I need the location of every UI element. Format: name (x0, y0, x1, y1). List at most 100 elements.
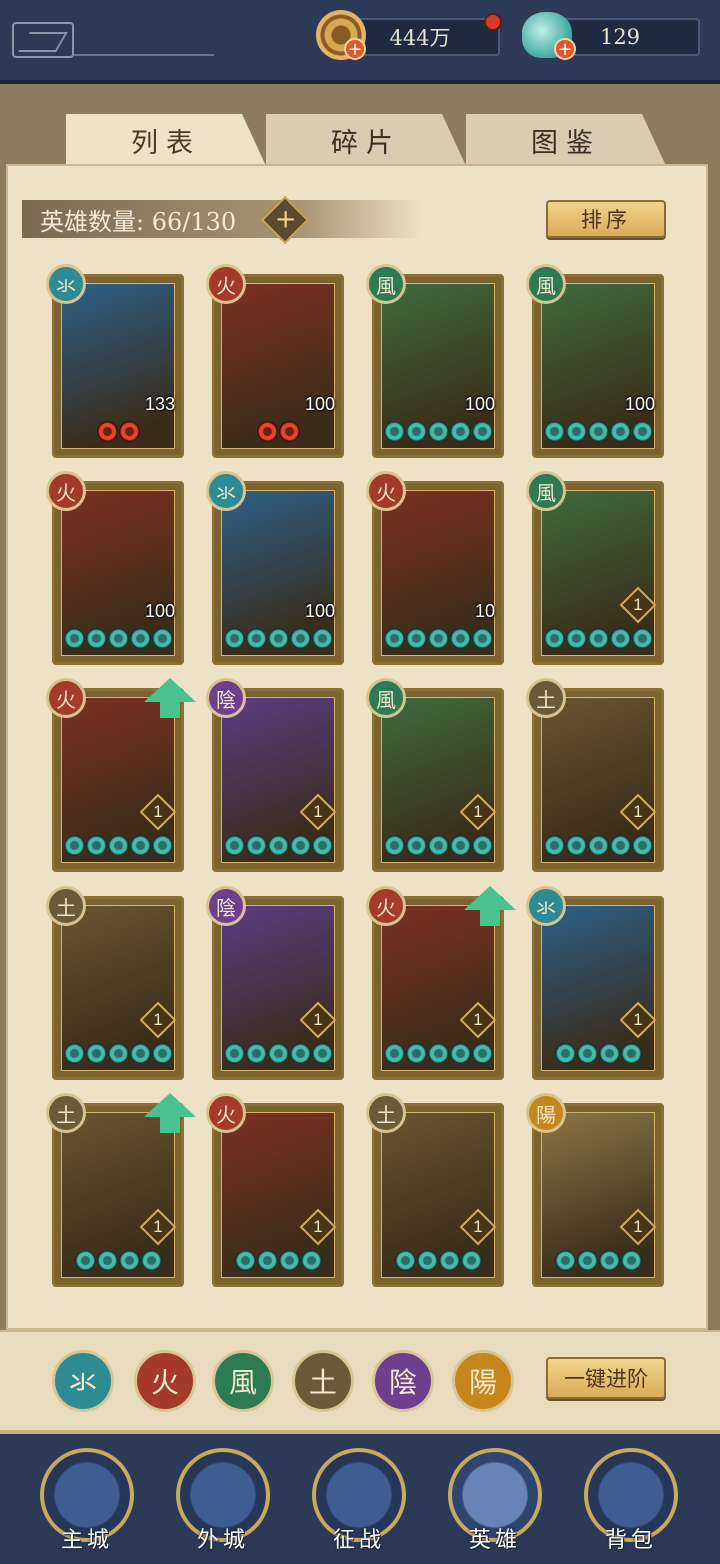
star-icon (383, 1043, 405, 1064)
hero-level: 100 (464, 394, 495, 414)
star-icon (416, 1250, 438, 1271)
star-icon (383, 835, 405, 856)
filter-wind-button[interactable]: 風 (212, 1350, 274, 1412)
star-icon (74, 1250, 96, 1271)
hero-level: 1 (313, 1010, 323, 1029)
star-icon (267, 835, 289, 856)
element-badge: 氺 (206, 471, 246, 511)
filter-fire-button[interactable]: 火 (134, 1350, 196, 1412)
hero-level-badge: 1 (299, 1001, 337, 1039)
sort-button[interactable]: 排序 (546, 200, 666, 238)
star-icon (289, 835, 311, 856)
star-icon (609, 421, 631, 442)
element-badge: 土 (526, 678, 566, 718)
star-icon (565, 421, 587, 442)
hero-stars (215, 421, 341, 449)
star-icon (449, 628, 471, 649)
element-badge: 風 (366, 678, 406, 718)
hero-level-badge: 1 (619, 586, 657, 624)
star-icon (107, 628, 129, 649)
hero-stars (55, 421, 181, 449)
upgrade-arrow-icon (144, 1093, 196, 1133)
element-badge: 陰 (206, 678, 246, 718)
hero-level: 133 (144, 394, 175, 414)
filter-yin-button[interactable]: 陰 (372, 1350, 434, 1412)
tab-list[interactable]: 列表 (66, 114, 266, 166)
hero-level-badge: 1 (619, 793, 657, 831)
hero-level-badge: 1 (299, 793, 337, 831)
star-icon (587, 421, 609, 442)
tab-label: 图鉴 (531, 127, 601, 159)
star-icon (543, 421, 565, 442)
tab-label: 碎片 (331, 127, 401, 159)
hero-stars (55, 628, 181, 656)
filter-label: 陽 (468, 1366, 497, 1399)
hero-level-badge: 1 (619, 1001, 657, 1039)
star-icon (565, 835, 587, 856)
tab-codex[interactable]: 图鉴 (466, 114, 666, 166)
star-icon (543, 628, 565, 649)
nav-bag-label: 背包 (604, 1528, 657, 1553)
nav-outer-city-label: 外城 (196, 1528, 249, 1553)
nav-main-city-label: 主城 (60, 1528, 113, 1553)
star-icon (405, 421, 427, 442)
star-icon (223, 1043, 245, 1064)
star-icon (598, 1250, 620, 1271)
hero-stars (215, 628, 341, 656)
filter-earth-button[interactable]: 土 (292, 1350, 354, 1412)
element-badge: 氺 (526, 886, 566, 926)
element-badge: 陰 (206, 886, 246, 926)
hero-level: 1 (153, 1010, 163, 1029)
filter-yang-button[interactable]: 陽 (452, 1350, 514, 1412)
hero-stars (215, 1043, 341, 1071)
hero-level: 1 (633, 802, 643, 821)
filter-label: 火 (150, 1366, 179, 1399)
upgrade-arrow-icon (144, 678, 196, 718)
star-icon (63, 835, 85, 856)
star-icon (598, 1043, 620, 1064)
add-coin-button[interactable]: + (344, 38, 366, 60)
element-badge: 土 (366, 1093, 406, 1133)
star-icon (85, 835, 107, 856)
star-icon (85, 628, 107, 649)
one-click-advance-button[interactable]: 一键进阶 (546, 1357, 666, 1399)
hero-level: 1 (473, 1217, 483, 1236)
menu-icon[interactable] (12, 22, 74, 58)
star-icon (449, 421, 471, 442)
gem-amount: 129 (599, 25, 641, 49)
add-gem-button[interactable]: + (554, 38, 576, 60)
hero-level-badge: 1 (139, 1001, 177, 1039)
star-icon (151, 628, 173, 649)
star-icon (405, 628, 427, 649)
hero-stars (375, 628, 501, 656)
hero-level: 10 (474, 601, 495, 621)
element-badge: 陽 (526, 1093, 566, 1133)
star-icon (151, 1043, 173, 1064)
star-icon (554, 1250, 576, 1271)
element-badge: 風 (526, 264, 566, 304)
hero-stars (375, 1043, 501, 1071)
hero-stars (375, 835, 501, 863)
star-icon (300, 1250, 322, 1271)
element-badge: 火 (206, 1093, 246, 1133)
filter-water-button[interactable]: 氺 (52, 1350, 114, 1412)
star-icon (471, 628, 493, 649)
star-icon (631, 835, 653, 856)
star-icon (427, 835, 449, 856)
tab-fragments[interactable]: 碎片 (266, 114, 466, 166)
hero-level: 1 (633, 1010, 643, 1029)
top-bar: 444万 + 129 + (0, 0, 720, 84)
star-icon (631, 421, 653, 442)
star-icon (129, 835, 151, 856)
nav-campaign-label: 征战 (332, 1528, 385, 1553)
hero-stars (535, 421, 661, 449)
star-icon (383, 421, 405, 442)
star-icon (107, 835, 129, 856)
star-icon (576, 1043, 598, 1064)
star-icon (405, 1043, 427, 1064)
star-icon (118, 421, 140, 442)
hero-level: 1 (153, 802, 163, 821)
hero-level-badge: 1 (459, 1208, 497, 1246)
star-icon (449, 1043, 471, 1064)
star-icon (129, 628, 151, 649)
